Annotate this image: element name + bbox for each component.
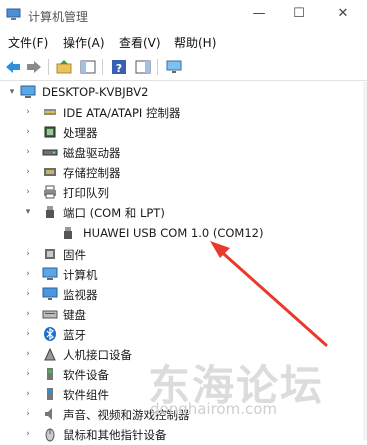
tree-item-label: 监视器 — [63, 288, 98, 302]
expand-chevron-icon[interactable]: › — [22, 244, 34, 264]
computer-icon — [42, 266, 58, 282]
processor-icon — [42, 124, 58, 140]
tree-item-label: 软件组件 — [63, 388, 109, 402]
expand-chevron-icon[interactable]: › — [22, 284, 34, 304]
tree-child-huawei-com[interactable]: HUAWEI USB COM 1.0 (COM12) — [0, 223, 367, 243]
title-bar: 计算机管理 — ☐ ✕ — [0, 0, 367, 30]
tree-item-keyboard[interactable]: › 键盘 — [0, 304, 367, 324]
menu-bar: 文件(F) 操作(A) 查看(V) 帮助(H) — [0, 30, 367, 54]
tree-item-firmware[interactable]: › 固件 — [0, 244, 367, 264]
storage-controller-icon — [42, 164, 58, 180]
expand-chevron-icon[interactable]: › — [22, 324, 34, 344]
expand-chevron-icon[interactable]: › — [22, 102, 34, 122]
tree-item-label: 键盘 — [63, 308, 86, 322]
tree-item-storage[interactable]: › 存储控制器 — [0, 162, 367, 182]
show-hide-tree-icon[interactable] — [79, 58, 97, 76]
watermark-url: donghairom.com — [150, 400, 278, 418]
toolbar-separator — [157, 59, 158, 75]
expand-chevron-icon[interactable]: › — [22, 182, 34, 202]
tree-item-label: 打印队列 — [63, 186, 109, 200]
tree-item-label: 磁盘驱动器 — [63, 146, 121, 160]
tree-item-disk[interactable]: › 磁盘驱动器 — [0, 142, 367, 162]
tree-item-label: IDE ATA/ATAPI 控制器 — [63, 106, 181, 120]
monitor-icon — [42, 286, 58, 302]
up-folder-icon[interactable] — [55, 58, 73, 76]
bluetooth-icon — [42, 326, 58, 342]
monitor-icon[interactable] — [165, 58, 183, 76]
tree-item-print-queue[interactable]: › 打印队列 — [0, 182, 367, 202]
disk-drive-icon — [42, 144, 58, 160]
tree-item-label: 计算机 — [63, 268, 98, 282]
tree-root-label: DESKTOP-KVBJBV2 — [42, 85, 149, 99]
software-component-icon — [42, 386, 58, 402]
port-icon — [42, 204, 58, 220]
back-arrow-icon[interactable] — [4, 58, 22, 76]
menu-action[interactable]: 操作(A) — [63, 34, 105, 51]
expand-chevron-icon[interactable]: › — [22, 384, 34, 404]
expand-chevron-icon[interactable]: › — [22, 264, 34, 284]
tree-item-computer[interactable]: › 计算机 — [0, 264, 367, 284]
tree-root[interactable]: ▾ DESKTOP-KVBJBV2 — [0, 82, 367, 102]
tree-child-label: HUAWEI USB COM 1.0 (COM12) — [83, 226, 264, 240]
tree-item-ide[interactable]: › IDE ATA/ATAPI 控制器 — [0, 102, 367, 122]
expand-chevron-icon[interactable]: › — [22, 142, 34, 162]
tree-item-bluetooth[interactable]: › 蓝牙 — [0, 324, 367, 344]
close-button[interactable]: ✕ — [332, 4, 354, 24]
menu-help[interactable]: 帮助(H) — [174, 34, 216, 51]
menu-view[interactable]: 查看(V) — [119, 34, 161, 51]
keyboard-icon — [42, 306, 58, 322]
expand-chevron-icon[interactable]: › — [22, 364, 34, 384]
ide-controller-icon — [42, 104, 58, 120]
printer-icon — [42, 184, 58, 200]
collapse-chevron-icon[interactable]: ▾ — [6, 82, 18, 102]
window-title: 计算机管理 — [28, 10, 89, 24]
toolbar-separator — [102, 59, 103, 75]
toolbar: ? — [0, 54, 367, 81]
tree-item-ports[interactable]: ▾ 端口 (COM 和 LPT) — [0, 202, 367, 222]
tree-item-label: 存储控制器 — [63, 166, 121, 180]
hid-icon — [42, 346, 58, 362]
expand-chevron-icon[interactable]: › — [22, 424, 34, 444]
expand-chevron-icon[interactable]: › — [22, 344, 34, 364]
port-icon — [60, 225, 76, 241]
tree-item-processor[interactable]: › 处理器 — [0, 122, 367, 142]
maximize-button[interactable]: ☐ — [288, 4, 310, 24]
forward-arrow-icon[interactable] — [25, 58, 43, 76]
software-device-icon — [42, 366, 58, 382]
collapse-chevron-icon[interactable]: ▾ — [22, 202, 34, 222]
tree-item-label: 软件设备 — [63, 368, 109, 382]
action-pane-icon[interactable] — [134, 58, 152, 76]
help-icon[interactable]: ? — [110, 58, 128, 76]
tree-item-label: 蓝牙 — [63, 328, 86, 342]
tree-item-label: 端口 (COM 和 LPT) — [63, 206, 165, 220]
speaker-icon — [42, 406, 58, 422]
expand-chevron-icon[interactable]: › — [22, 162, 34, 182]
expand-chevron-icon[interactable]: › — [22, 122, 34, 142]
svg-text:?: ? — [116, 62, 122, 75]
computer-management-icon — [6, 8, 21, 21]
minimize-button[interactable]: — — [248, 4, 270, 24]
computer-icon — [20, 84, 36, 100]
firmware-icon — [42, 246, 58, 262]
tree-item-label: 固件 — [63, 248, 86, 262]
expand-chevron-icon[interactable]: › — [22, 404, 34, 424]
tree-item-label: 处理器 — [63, 126, 98, 140]
toolbar-separator — [48, 59, 49, 75]
expand-chevron-icon[interactable]: › — [22, 304, 34, 324]
tree-item-monitor[interactable]: › 监视器 — [0, 284, 367, 304]
menu-file[interactable]: 文件(F) — [8, 34, 48, 51]
watermark: 东海论坛 donghairom.com — [118, 352, 367, 440]
